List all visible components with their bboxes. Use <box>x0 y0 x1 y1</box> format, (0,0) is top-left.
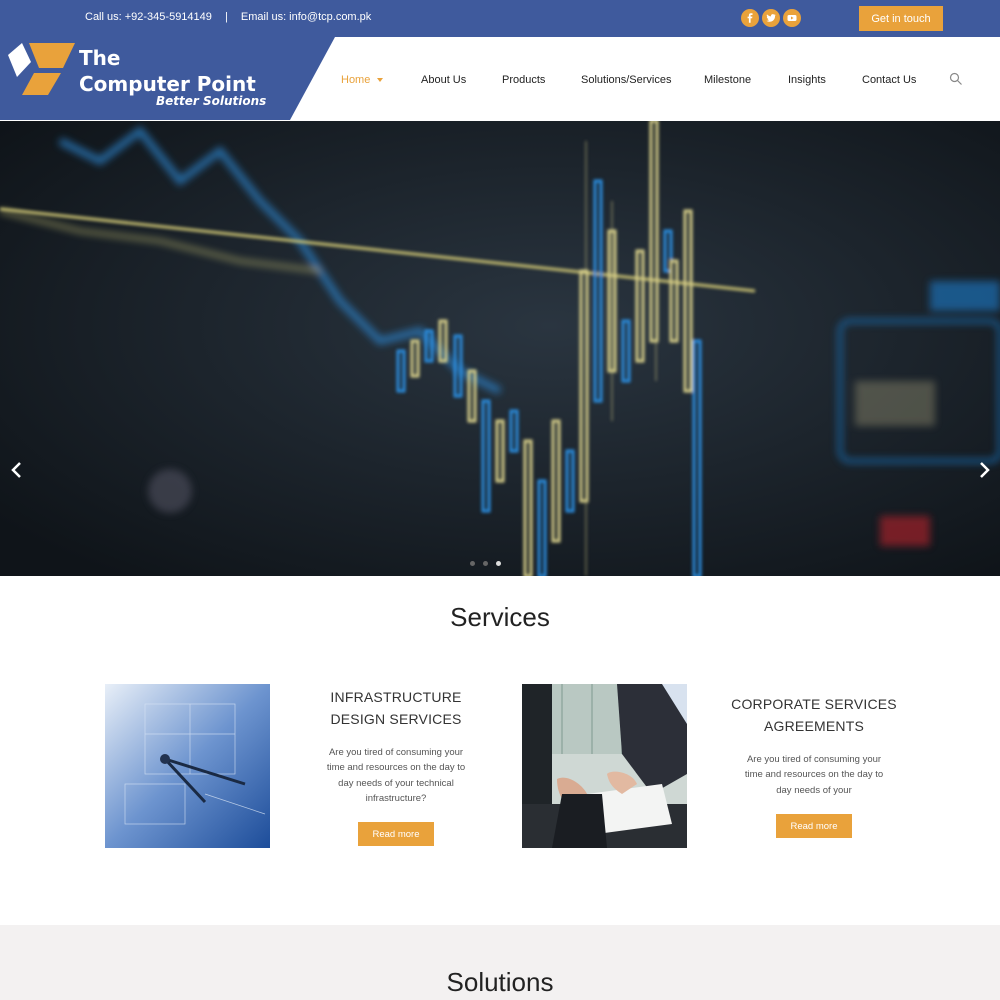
services-heading: Services <box>450 602 550 632</box>
description-line: time and resources on the day to <box>744 769 884 781</box>
service-title-line: CORPORATE SERVICES <box>731 696 897 712</box>
chevron-down-icon <box>377 78 383 82</box>
nav-milestone[interactable]: Milestone <box>704 74 751 86</box>
slider-next-arrow-icon[interactable] <box>976 461 992 479</box>
description-line: infrastructure? <box>365 792 427 804</box>
hero-image <box>0 121 1000 576</box>
logo[interactable]: The Computer Point Better Solutions <box>0 37 335 120</box>
nav-home[interactable]: Home <box>341 74 370 86</box>
nav-insights[interactable]: Insights <box>788 74 826 86</box>
slider-dot[interactable] <box>483 561 488 566</box>
logo-line-2: Computer Point <box>79 72 256 96</box>
contact-separator: | <box>224 11 228 23</box>
nav-solutions-services[interactable]: Solutions/Services <box>581 74 672 86</box>
contact-info: Call us: +92-345-5914149 | Email us: inf… <box>85 11 371 23</box>
twitter-icon[interactable] <box>762 9 780 27</box>
service-title-line: DESIGN SERVICES <box>330 711 462 727</box>
slider-dots <box>470 561 501 566</box>
service-title-corporate[interactable]: CORPORATE SERVICES AGREEMENTS <box>714 693 914 737</box>
service-description-corporate: Are you tired of consuming your time and… <box>734 752 894 798</box>
service-title-infrastructure[interactable]: INFRASTRUCTURE DESIGN SERVICES <box>296 686 496 730</box>
nav-contact-us[interactable]: Contact Us <box>862 74 916 86</box>
slider-dot[interactable] <box>470 561 475 566</box>
read-more-button[interactable]: Read more <box>358 822 434 846</box>
solutions-heading: Solutions <box>446 967 554 997</box>
corporate-meeting-image <box>522 684 687 848</box>
service-title-line: AGREEMENTS <box>763 718 864 734</box>
phone-text[interactable]: Call us: +92-345-5914149 <box>85 11 212 23</box>
facebook-icon[interactable] <box>741 9 759 27</box>
email-text[interactable]: Email us: info@tcp.com.pk <box>241 11 371 23</box>
youtube-icon[interactable] <box>783 9 801 27</box>
search-icon[interactable] <box>949 72 963 86</box>
service-title-line: INFRASTRUCTURE <box>330 689 462 705</box>
top-bar: Call us: +92-345-5914149 | Email us: inf… <box>0 0 1000 37</box>
description-line: Are you tired of consuming your <box>746 754 882 765</box>
nav-products[interactable]: Products <box>502 74 545 86</box>
description-line: day needs of your <box>776 784 852 796</box>
nav-about-us[interactable]: About Us <box>421 74 466 86</box>
logo-line-1: The <box>79 46 121 70</box>
slider-dot-active[interactable] <box>496 561 501 566</box>
slider-prev-arrow-icon[interactable] <box>9 461 25 479</box>
description-line: time and resources on the day to <box>326 762 466 774</box>
get-in-touch-button[interactable]: Get in touch <box>859 6 943 31</box>
service-description-infrastructure: Are you tired of consuming your time and… <box>316 745 476 806</box>
infrastructure-image <box>105 684 270 848</box>
description-line: Are you tired of consuming your <box>328 747 464 758</box>
description-line: day needs of your technical <box>338 777 454 789</box>
read-more-button[interactable]: Read more <box>776 814 852 838</box>
hero-slider[interactable] <box>0 121 1000 576</box>
logo-tagline: Better Solutions <box>156 94 267 108</box>
